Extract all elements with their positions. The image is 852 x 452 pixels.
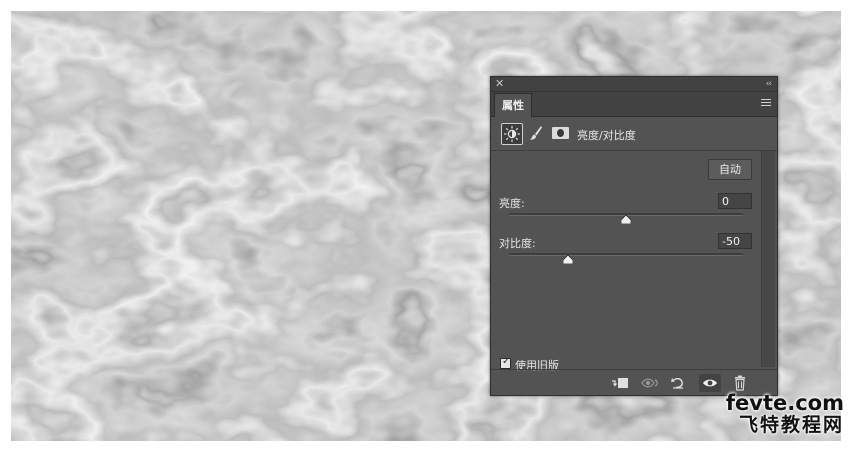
legacy-checkbox[interactable]: ✓	[500, 356, 511, 369]
contrast-input[interactable]: -50	[718, 233, 752, 249]
watermark: fevte.com 飞特教程网	[726, 392, 844, 436]
brush-icon[interactable]	[529, 125, 543, 141]
brightness-slider[interactable]	[509, 213, 743, 224]
contrast-slider-thumb[interactable]	[563, 255, 573, 264]
trash-icon[interactable]	[729, 374, 751, 392]
collapse-icon[interactable]: ‹‹	[766, 77, 772, 91]
auto-button[interactable]: 自动	[708, 159, 752, 180]
adjustment-title: 亮度/对比度	[577, 129, 636, 142]
brightness-label: 亮度:	[499, 197, 525, 210]
mask-icon[interactable]	[552, 127, 569, 139]
watermark-url: fevte.com	[725, 391, 844, 415]
clip-to-layer-icon[interactable]	[609, 374, 631, 392]
brightness-slider-thumb[interactable]	[621, 215, 631, 224]
contrast-label: 对比度:	[499, 237, 536, 250]
tab-properties[interactable]: 属性	[494, 93, 532, 117]
properties-panel: ✕ ‹‹ 属性 亮度/对比度 自动 亮度: 0 对比度: -50 ✓ 使用旧版	[490, 76, 778, 396]
brightness-input[interactable]: 0	[718, 193, 752, 209]
close-icon[interactable]: ✕	[495, 77, 504, 91]
panel-scrollbar[interactable]	[761, 151, 775, 367]
brightness-contrast-icon[interactable]	[501, 123, 523, 145]
contrast-slider[interactable]	[509, 253, 743, 264]
reset-icon[interactable]	[667, 374, 689, 392]
panel-titlebar[interactable]: ✕ ‹‹	[491, 77, 777, 92]
adjustment-controls: 自动 亮度: 0 对比度: -50 ✓ 使用旧版	[491, 151, 761, 372]
adjustment-header: 亮度/对比度	[491, 118, 777, 151]
check-icon: ✓	[502, 356, 511, 367]
watermark-site: 飞特教程网	[738, 414, 844, 436]
panel-tabbar: 属性	[491, 92, 777, 117]
view-previous-icon[interactable]	[639, 374, 661, 392]
panel-menu-icon[interactable]	[761, 99, 771, 108]
visibility-icon[interactable]	[699, 374, 721, 392]
